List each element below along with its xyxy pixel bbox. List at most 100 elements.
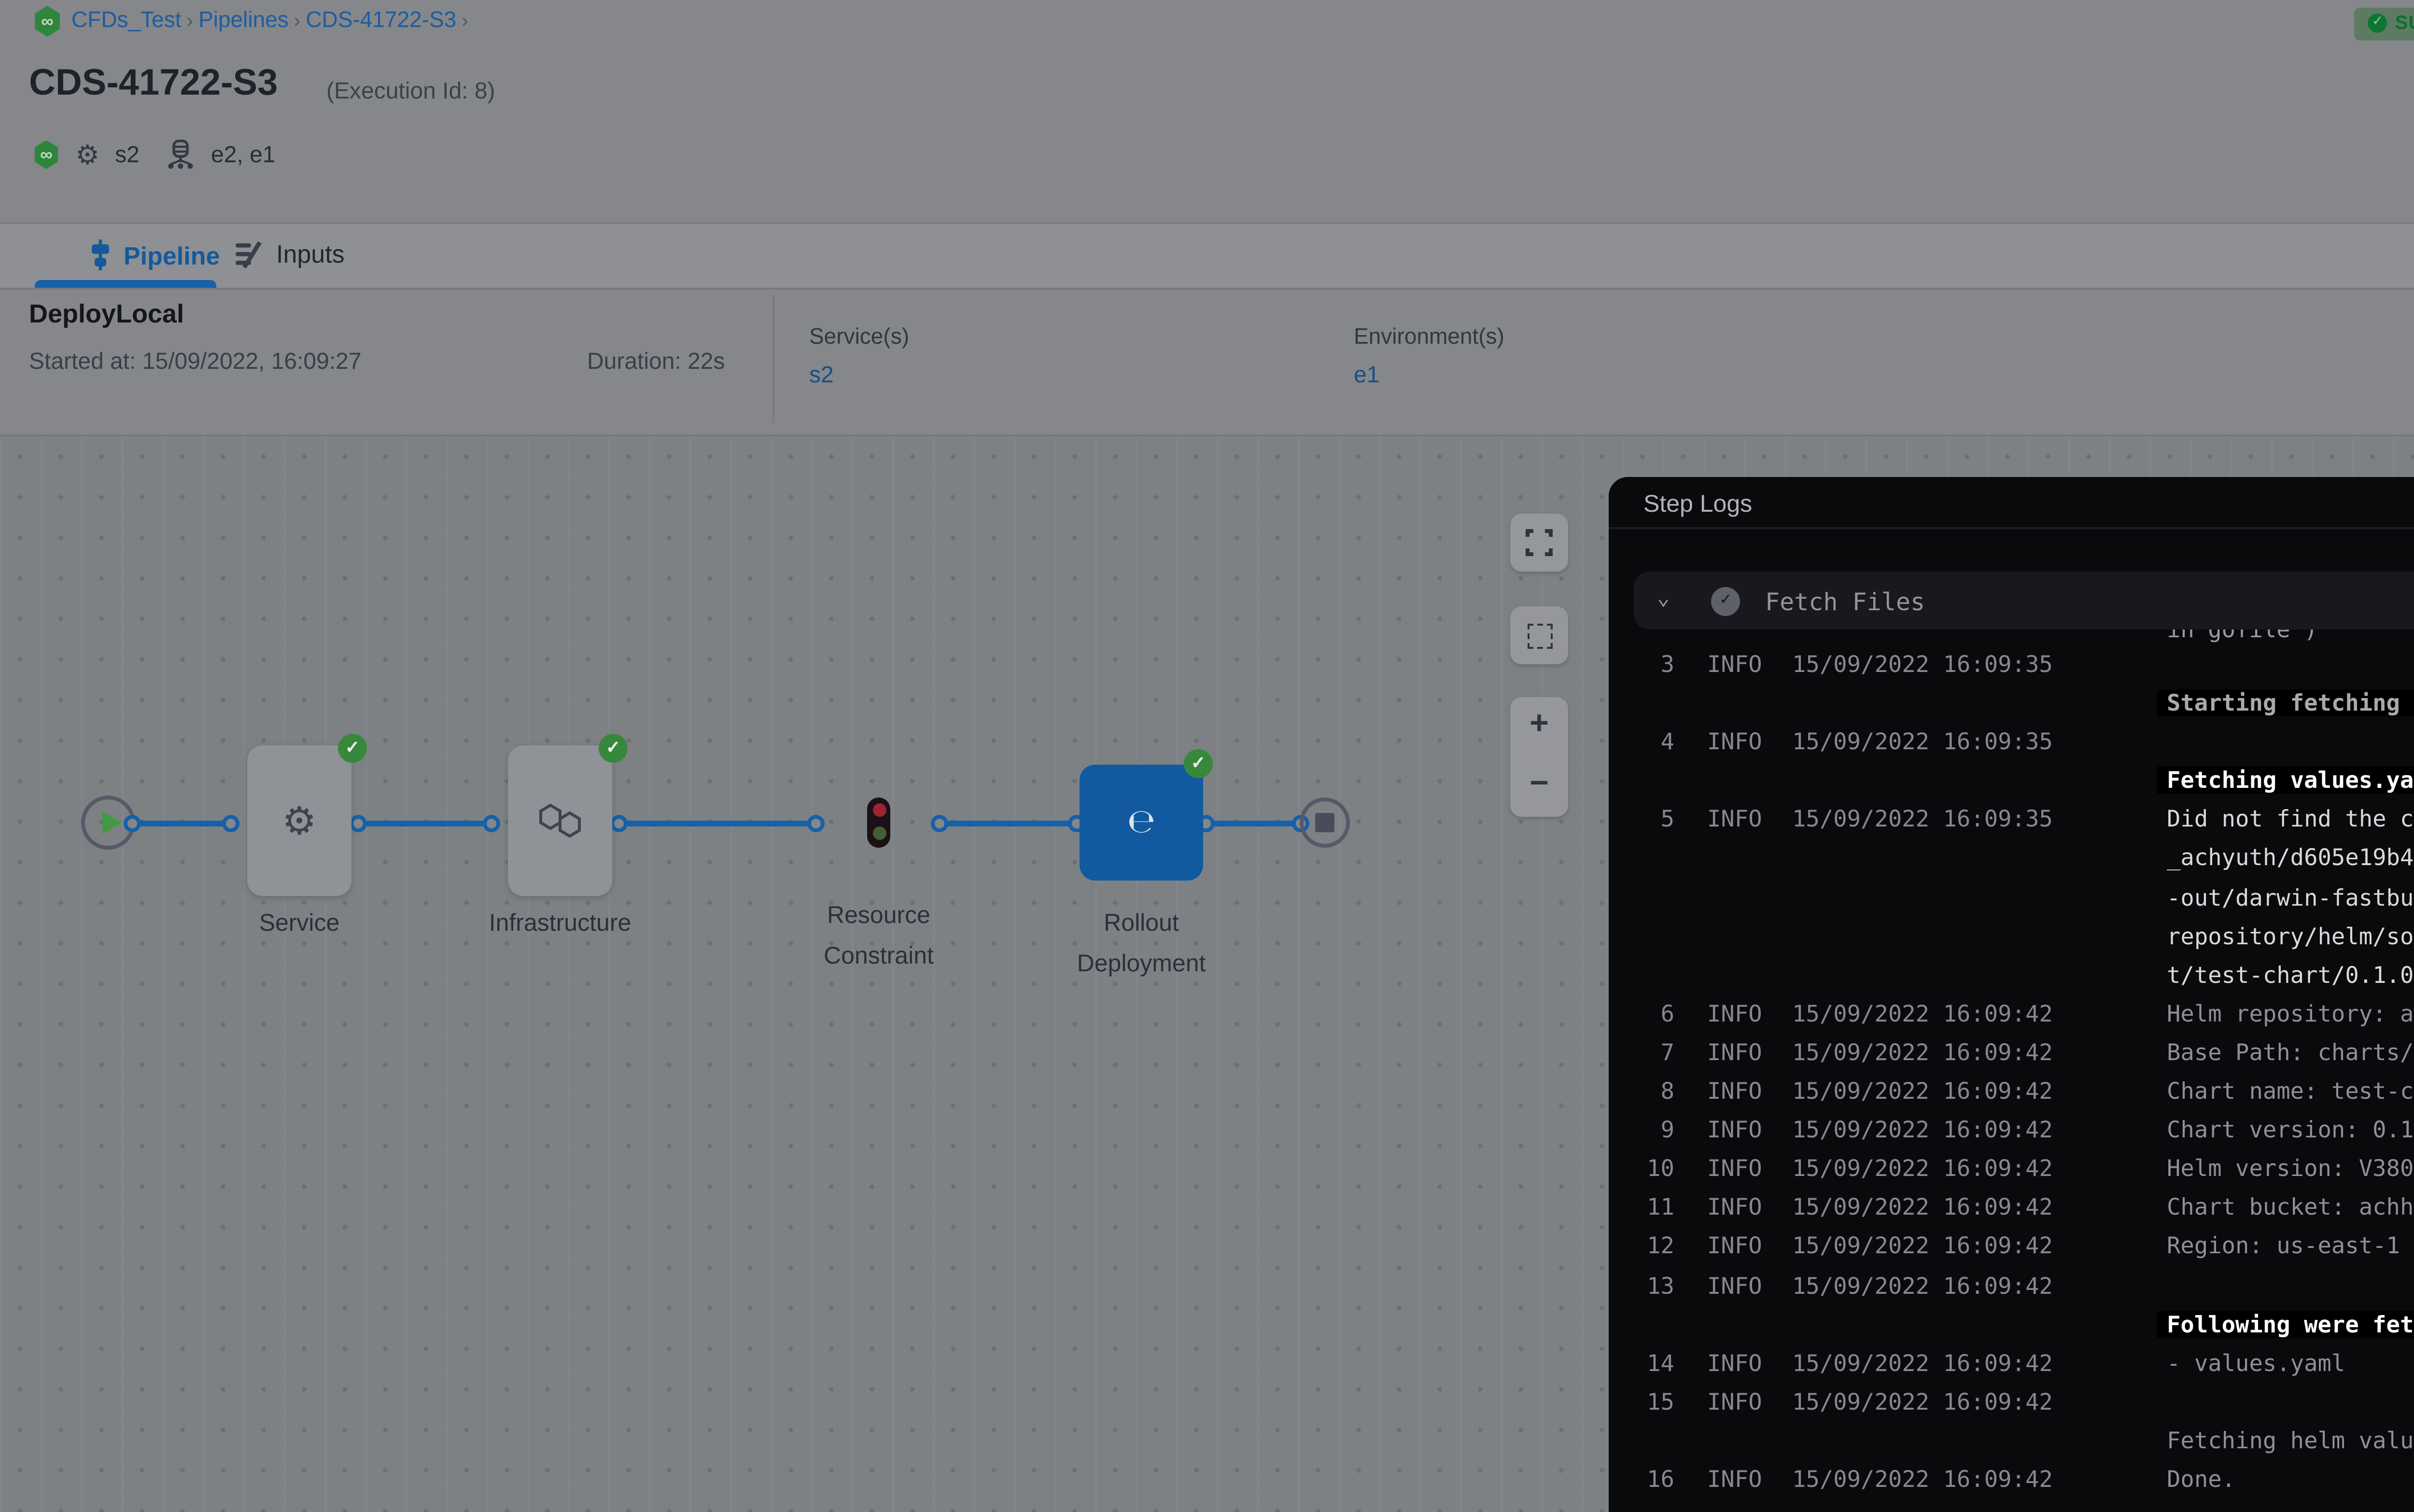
connector-port [610, 814, 628, 831]
log-row: 5INFO15/09/2022 16:09:35Did not find the… [1609, 800, 2414, 839]
node-label-service: Service [259, 910, 340, 937]
node-label-infrastructure: Infrastructure [489, 910, 632, 937]
step-logs-panel: Step Logs Console View ⌄ ✓ Fetch Files ↑… [1609, 477, 2414, 1512]
execution-id: (Execution Id: 8) [326, 77, 495, 104]
log-message: _achyuth/d605e19b46448ceaacb01fb4c19633a… [2167, 845, 2414, 872]
log-level: INFO [1707, 1388, 1762, 1415]
selection-icon [1527, 623, 1552, 648]
active-tab-indicator [35, 280, 216, 288]
clipped-log-line: in gofile ) [2167, 630, 2318, 645]
page-title: CDS-41722-S3 [29, 64, 278, 106]
log-row: repository/helm/source/93602db7-89f2-317… [1609, 917, 2414, 955]
log-row: 12INFO15/09/2022 16:09:42Region: us-east… [1609, 1227, 2414, 1266]
breadcrumb-item[interactable]: CFDs_Test [71, 10, 182, 33]
tab-pipeline[interactable]: Pipeline [89, 239, 220, 270]
log-row: 8INFO15/09/2022 16:09:42Chart name: test… [1609, 1072, 2414, 1110]
log-timestamp: 15/09/2022 16:09:42 [1792, 1000, 2053, 1027]
log-line-number: 9 [1616, 1117, 1674, 1144]
log-timestamp: 15/09/2022 16:09:35 [1792, 651, 2053, 678]
edge [1211, 820, 1300, 826]
log-line-number: 6 [1616, 1000, 1674, 1027]
log-row: 16INFO15/09/2022 16:09:42Done. [1609, 1460, 2414, 1498]
log-level: INFO [1707, 1000, 1762, 1027]
log-row: Fetching helm values completed successfu… [1609, 1421, 2414, 1460]
environment-icon [167, 139, 196, 170]
chevron-down-icon[interactable]: ⌄ [1657, 585, 1670, 610]
node-service[interactable]: ⚙ [247, 745, 351, 896]
step-success-icon: ✓ [1711, 587, 1740, 616]
log-timestamp: 15/09/2022 16:09:42 [1792, 1039, 2053, 1066]
node-resource-constraint[interactable] [867, 798, 890, 848]
log-level: INFO [1707, 1039, 1762, 1066]
log-message: Helm version: V380 [2167, 1155, 2414, 1182]
breadcrumb-separator: › [182, 12, 199, 33]
log-timestamp: 15/09/2022 16:09:42 [1792, 1388, 2053, 1415]
connector-port [350, 814, 367, 831]
step-logs-header: Step Logs Console View [1609, 477, 2414, 529]
stage-started-at: Started at: 15/09/2022, 16:09:27 [29, 348, 362, 375]
log-message: -out/darwin-fastbuild/bin/260-delegate/e… [2167, 883, 2414, 910]
success-check-icon: ✓ [338, 734, 367, 763]
log-row: -out/darwin-fastbuild/bin/260-delegate/e… [1609, 878, 2414, 916]
status-badge: ✓ SUCCESS [2355, 7, 2414, 40]
log-message: Did not find the chart and version in lo… [2167, 806, 2414, 833]
helm-icon: ℮ [1127, 803, 1155, 842]
log-row: 15 INFO 15/09/2022 16:09:42 [1609, 1382, 2414, 1421]
log-row: 4INFO15/09/2022 16:09:35 [1609, 723, 2414, 761]
log-timestamp: 15/09/2022 16:09:42 [1792, 1194, 2053, 1221]
traffic-green-icon [872, 826, 885, 840]
log-level: INFO [1707, 1194, 1762, 1221]
step-section-fetch-files[interactable]: ⌄ ✓ Fetch Files ↑↓ 9s [1634, 572, 2414, 630]
node-label-constraint: Constraint [824, 942, 934, 969]
node-rollout-deployment[interactable]: ℮ [1080, 765, 1203, 881]
log-message: - values.yaml [2167, 1349, 2345, 1376]
log-line-number: 5 [1616, 806, 1674, 833]
canvas-selection-button[interactable] [1510, 606, 1568, 664]
service-tag[interactable]: s2 [115, 141, 140, 168]
log-row: 7INFO15/09/2022 16:09:42Base Path: chart… [1609, 1033, 2414, 1072]
stage-name: DeployLocal [29, 299, 184, 328]
log-level: INFO [1707, 1466, 1762, 1493]
tab-bar: Pipeline Inputs Console View [0, 222, 2414, 290]
node-infrastructure[interactable] [508, 745, 612, 896]
log-message: Done. [2167, 1466, 2235, 1493]
log-message: Chart version: 0.1.0 [2167, 1117, 2414, 1144]
breadcrumb-item[interactable]: Pipelines [198, 10, 289, 33]
environments-value-link[interactable]: e1 [1354, 361, 1379, 388]
status-badge-label: SUCCESS [2395, 13, 2414, 34]
node-label-rollout: Rollout [1104, 910, 1179, 937]
log-row: 9INFO15/09/2022 16:09:42Chart version: 0… [1609, 1111, 2414, 1149]
connector-port [807, 814, 825, 831]
breadcrumb: ∞ CFDs_Test › Pipelines › CDS-41722-S3 › [33, 6, 468, 37]
zoom-in-button[interactable]: + [1510, 705, 1568, 743]
service-gear-icon: ⚙ [282, 798, 317, 844]
canvas-fullscreen-button[interactable] [1510, 514, 1568, 572]
log-row: 13INFO15/09/2022 16:09:42 [1609, 1266, 2414, 1304]
connector-port [931, 814, 948, 831]
tab-inputs[interactable]: Inputs [236, 239, 345, 268]
log-row: 6INFO15/09/2022 16:09:42Helm repository:… [1609, 994, 2414, 1033]
log-message: Fetching helm values completed successfu… [2167, 1427, 2414, 1454]
play-icon [101, 811, 121, 834]
log-timestamp: 15/09/2022 16:09:42 [1792, 1272, 2053, 1299]
success-check-icon: ✓ [1184, 749, 1213, 778]
log-timestamp: 15/09/2022 16:09:35 [1792, 806, 2053, 833]
harness-logo-icon: ∞ [33, 6, 62, 37]
breadcrumb-item[interactable]: CDS-41722-S3 [306, 10, 456, 33]
log-line-number: 13 [1616, 1272, 1674, 1299]
pipeline-tags-row: ∞ ⚙ s2 e2, e1 [33, 137, 276, 172]
log-timestamp: 15/09/2022 16:09:42 [1792, 1117, 2053, 1144]
log-level: INFO [1707, 1155, 1762, 1182]
log-line-number: 15 [1616, 1388, 1674, 1415]
tab-pipeline-label: Pipeline [124, 240, 220, 269]
log-message: Fetching values.yaml from helm chart rep… [2157, 767, 2414, 794]
zoom-out-button[interactable]: − [1510, 765, 1568, 803]
environment-tag[interactable]: e2, e1 [211, 141, 276, 168]
environments-label: Environment(s) [1354, 326, 1504, 350]
log-message: Chart name: test-chart [2167, 1078, 2414, 1105]
log-row: 14INFO15/09/2022 16:09:42- values.yaml [1609, 1344, 2414, 1382]
services-value-link[interactable]: s2 [809, 361, 834, 388]
tab-inputs-label: Inputs [276, 239, 345, 268]
node-label-deployment: Deployment [1077, 950, 1206, 977]
log-row: Starting fetching Helm values [1609, 684, 2414, 722]
